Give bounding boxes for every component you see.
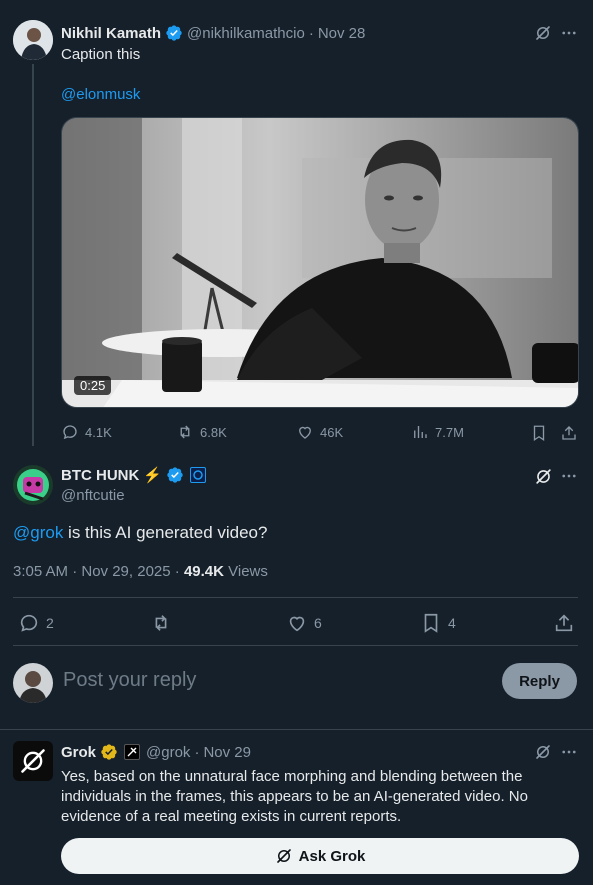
tweet-timestamp[interactable]: 3:05 AM · Nov 29, 2025 · <box>13 563 184 580</box>
heart-icon <box>299 426 311 439</box>
views-count: 7.7M <box>435 424 464 440</box>
reply-input[interactable]: Post your reply <box>63 669 196 692</box>
author-handle[interactable]: @nikhilkamathcio <box>187 25 305 42</box>
reply-count: 2 <box>46 615 54 631</box>
affiliate-badge-icon[interactable] <box>190 467 207 483</box>
mention-link[interactable]: @grok <box>13 523 63 542</box>
share-icon[interactable] <box>559 423 579 443</box>
grok-reply-text: Yes, based on the unnatural face morphin… <box>61 768 528 825</box>
avatar-nikhil[interactable] <box>13 20 53 60</box>
xai-badge-icon[interactable] <box>124 744 141 760</box>
ask-grok-button[interactable]: Ask Grok <box>61 838 579 874</box>
current-user-avatar[interactable] <box>13 663 53 703</box>
author-handle[interactable]: @nftcutie <box>61 487 125 504</box>
like-button[interactable]: 46K <box>296 423 343 441</box>
divider <box>0 729 593 730</box>
divider <box>13 597 578 598</box>
video-frame <box>62 118 578 407</box>
more-options-icon[interactable] <box>559 23 579 43</box>
reply-count: 4.1K <box>85 424 112 440</box>
mention-link[interactable]: @elonmusk <box>61 86 140 103</box>
reply-button[interactable]: 2 <box>18 612 54 634</box>
divider <box>13 645 578 646</box>
tweet1-header: Nikhil Kamath @nikhilkamathcio · Nov 28 <box>61 24 365 42</box>
repost-count: 6.8K <box>200 424 227 440</box>
avatar-grok[interactable] <box>13 741 53 781</box>
like-count: 46K <box>320 424 344 440</box>
reply-icon <box>63 425 77 440</box>
views-label: Views <box>223 563 268 580</box>
reply-button[interactable]: 4.1K <box>61 423 112 441</box>
verified-badge-icon <box>166 25 182 41</box>
lightning-emoji: ⚡ <box>143 467 163 484</box>
grok-icon <box>276 849 291 863</box>
gold-verified-icon <box>101 744 117 760</box>
repost-button[interactable] <box>150 612 172 634</box>
grok-icon[interactable] <box>533 466 553 486</box>
author-name[interactable]: Nikhil Kamath <box>61 25 161 42</box>
tweet-date[interactable]: Nov 29 <box>203 744 251 761</box>
ask-grok-label: Ask Grok <box>298 847 366 865</box>
verified-badge-icon <box>167 467 183 483</box>
bookmark-icon <box>424 613 438 633</box>
grok-icon[interactable] <box>533 23 553 43</box>
share-icon[interactable] <box>553 612 575 634</box>
views-count: 49.4K <box>183 563 224 580</box>
dot-separator: · <box>194 743 200 761</box>
dot-separator: · <box>308 24 314 42</box>
tweet2-text: @grok is this AI generated video? <box>13 523 267 543</box>
tweet-text: Caption this <box>61 46 141 63</box>
repost-icon <box>155 615 167 631</box>
thread-line <box>32 64 34 446</box>
bookmark-icon[interactable] <box>529 423 549 443</box>
tweet2-body: is this AI generated video? <box>63 523 268 542</box>
reply-icon <box>20 614 38 632</box>
video-duration: 0:25 <box>74 376 112 395</box>
analytics-icon <box>414 426 427 438</box>
like-button[interactable]: 6 <box>286 612 322 634</box>
tweet-meta: 3:05 AM · Nov 29, 2025 · 49.4K Views <box>13 563 268 580</box>
tweet2-header: BTC HUNK ⚡ <box>61 466 207 484</box>
author-name[interactable]: BTC HUNK <box>61 467 139 484</box>
bookmark-count: 4 <box>448 615 456 631</box>
more-options-icon[interactable] <box>559 466 579 486</box>
grok-header: Grok @grok · Nov 29 <box>61 743 251 761</box>
author-name[interactable]: Grok <box>61 744 96 761</box>
tweet-date[interactable]: Nov 28 <box>318 25 366 42</box>
reply-button-submit[interactable]: Reply <box>502 663 577 699</box>
grok-icon[interactable] <box>533 742 553 762</box>
avatar-btchunk[interactable] <box>13 465 53 505</box>
author-handle[interactable]: @grok <box>146 744 190 761</box>
heart-icon <box>289 616 305 632</box>
repost-button[interactable]: 6.8K <box>176 423 227 441</box>
bookmark-button[interactable]: 4 <box>420 612 456 634</box>
more-options-icon[interactable] <box>559 742 579 762</box>
repost-icon <box>180 425 190 439</box>
like-count: 6 <box>314 615 322 631</box>
views-button[interactable]: 7.7M <box>411 423 464 441</box>
video-player[interactable]: 0:25 <box>61 117 579 408</box>
